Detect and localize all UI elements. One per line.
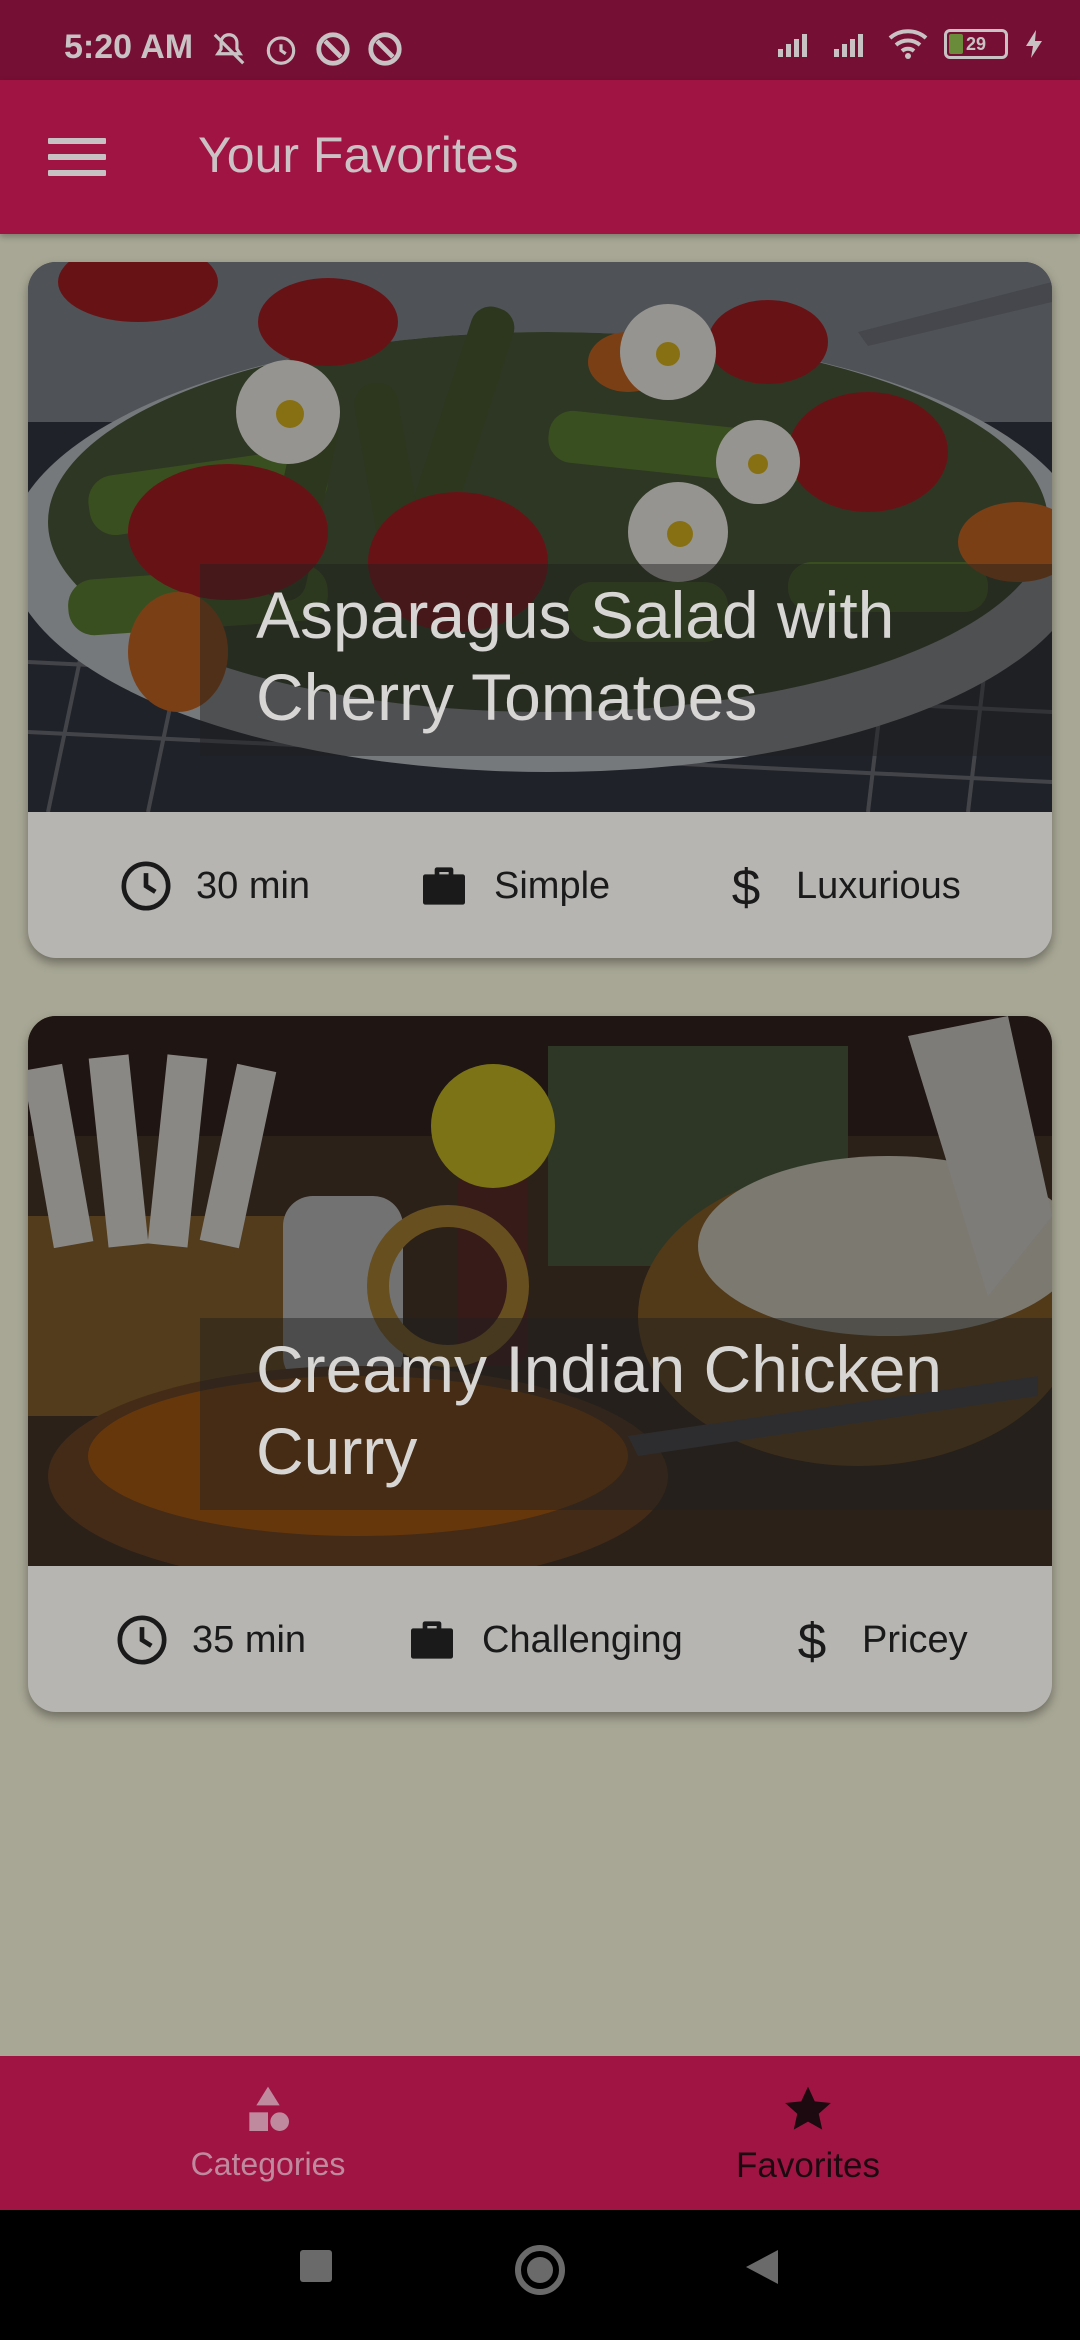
star-icon [785, 2086, 831, 2130]
clock-icon [121, 861, 171, 911]
do-not-disturb-icon [316, 32, 350, 66]
complexity: Simple [416, 858, 610, 914]
meal-card[interactable]: Creamy Indian Chicken Curry 35 min Chall… [28, 1016, 1052, 1712]
complexity-label: Simple [494, 864, 611, 907]
battery-level: 29 [965, 34, 987, 54]
briefcase-icon [411, 1621, 453, 1659]
system-navigation-bar [0, 2210, 1080, 2340]
briefcase-icon [423, 867, 465, 905]
meal-meta: 30 min Simple $ Luxurious [28, 812, 1052, 958]
affordability-label: Pricey [862, 1618, 968, 1661]
complexity-label: Challenging [482, 1618, 683, 1661]
status-icons-right: 29 [776, 28, 1044, 60]
page-title: Your Favorites [198, 127, 519, 183]
do-not-disturb-icon [368, 32, 402, 66]
signal-icon [834, 34, 863, 57]
bottom-navigation: Categories Favorites [0, 2056, 1080, 2210]
back-icon[interactable] [744, 2248, 780, 2286]
nav-item-favorites[interactable]: Favorites [658, 2082, 958, 2186]
meal-title: Asparagus Salad with Cherry Tomatoes [256, 578, 895, 734]
affordability: $ Luxurious [718, 858, 961, 914]
status-icons-left [210, 30, 404, 68]
status-bar: 5:20 AM 29 [0, 0, 1080, 80]
meal-meta: 35 min Challenging $ Pricey [28, 1566, 1052, 1712]
alarm-icon [266, 36, 296, 65]
clock-icon [117, 1615, 167, 1665]
svg-text:$: $ [798, 1613, 827, 1668]
nav-item-categories[interactable]: Categories [118, 2082, 418, 2183]
category-shapes-icon [249, 2086, 289, 2131]
status-time: 5:20 AM [64, 28, 194, 66]
meal-title: Creamy Indian Chicken Curry [256, 1332, 942, 1488]
svg-text:$: $ [732, 859, 761, 914]
duration: 35 min [114, 1612, 306, 1668]
affordability: $ Pricey [784, 1612, 968, 1668]
complexity: Challenging [404, 1612, 683, 1668]
wifi-icon [888, 29, 928, 59]
mute-icon [213, 33, 245, 65]
app-bar: Your Favorites [0, 80, 1080, 234]
charging-icon [1026, 30, 1042, 58]
home-icon[interactable] [514, 2244, 566, 2296]
duration-label: 30 min [196, 864, 311, 907]
hamburger-menu-icon[interactable] [48, 138, 106, 178]
signal-icon [778, 34, 807, 57]
battery-icon: 29 [944, 29, 1008, 59]
dollar-icon: $ [798, 1613, 827, 1668]
duration: 30 min [118, 858, 310, 914]
affordability-label: Luxurious [796, 864, 961, 907]
meal-card[interactable]: Asparagus Salad with Cherry Tomatoes 30 … [28, 262, 1052, 958]
nav-label-favorites: Favorites [736, 2146, 880, 2185]
recent-apps-icon[interactable] [298, 2248, 334, 2284]
duration-label: 35 min [192, 1618, 307, 1661]
nav-label-categories: Categories [190, 2146, 346, 2182]
dollar-icon: $ [732, 859, 761, 914]
